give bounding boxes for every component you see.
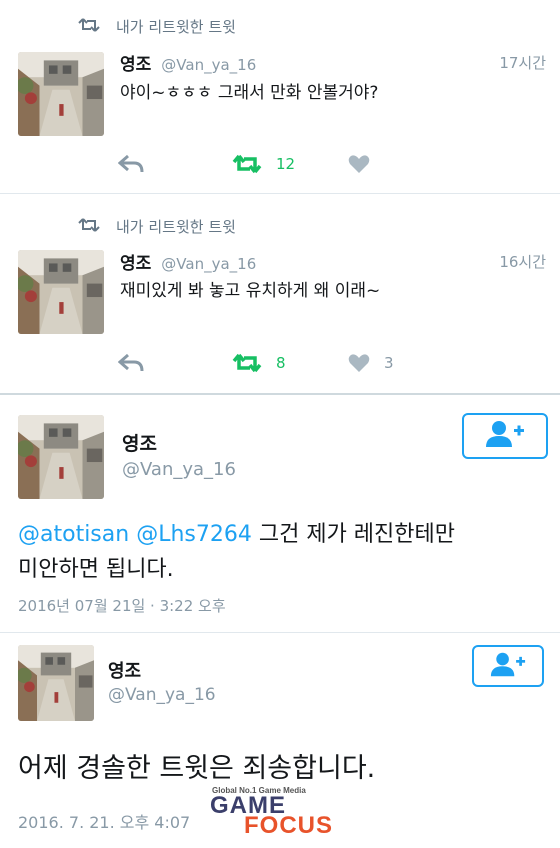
retweet-icon	[232, 154, 262, 174]
author-handle[interactable]: @Van_ya_16	[161, 56, 256, 74]
retweet-icon	[78, 17, 100, 37]
add-user-icon	[490, 651, 526, 682]
author-name[interactable]: 영조	[120, 249, 151, 274]
avatar[interactable]	[18, 250, 104, 334]
tweet-time: 16시간	[499, 253, 546, 271]
heart-icon	[348, 353, 370, 373]
like-button[interactable]: 3	[348, 353, 394, 373]
tweet-actions: 8 3	[118, 353, 538, 377]
watermark-logo: Global No.1 Game Media GAME FOCUS	[210, 786, 360, 842]
retweet-count: 8	[276, 354, 286, 372]
tweet-text: 야이~ㅎㅎㅎ 그래서 만화 안볼거야?	[120, 83, 379, 103]
mention-link[interactable]: @Lhs7264	[136, 522, 252, 547]
reply-button[interactable]	[118, 154, 144, 174]
reply-button[interactable]	[118, 353, 144, 373]
tweet-detail: 영조 @Van_ya_16 @atotisan @Lhs7264 그건 제가 레…	[0, 395, 560, 631]
tweet-text-part: 그건 제가 레진한테만	[251, 522, 455, 547]
retweet-button[interactable]: 12	[232, 154, 295, 174]
reply-icon	[118, 154, 144, 174]
retweet-icon	[78, 217, 100, 237]
tweet-text-part: 미안하면 됩니다.	[18, 557, 174, 582]
like-count: 3	[384, 354, 394, 372]
retweet-context: 내가 리트윗한 트윗	[78, 16, 236, 37]
tweet-text: @atotisan @Lhs7264 그건 제가 레진한테만 미안하면 됩니다.	[18, 517, 548, 587]
retweet-label: 내가 리트윗한 트윗	[116, 218, 236, 236]
author-line: 영조 @Van_ya_16	[120, 50, 256, 75]
author-handle[interactable]: @Van_ya_16	[122, 459, 236, 480]
mention-link[interactable]: @atotisan	[18, 522, 129, 547]
follow-button[interactable]	[472, 645, 544, 687]
retweet-button[interactable]: 8	[232, 353, 286, 373]
timeline-tweet[interactable]: 내가 리트윗한 트윗 영조 @Van_ya_16 17시간 야이~ㅎㅎㅎ 그래서…	[0, 0, 560, 193]
tweet-timestamp: 2016. 7. 21. 오후 4:07	[18, 813, 191, 832]
follow-button[interactable]	[462, 413, 548, 459]
author-line: 영조 @Van_ya_16	[120, 249, 256, 274]
like-button[interactable]	[348, 154, 384, 174]
add-user-icon	[485, 419, 525, 453]
avatar[interactable]	[18, 52, 104, 136]
author-name[interactable]: 영조	[108, 657, 141, 683]
tweet-timestamp: 2016년 07월 21일 · 3:22 오후	[18, 597, 226, 615]
tweet-time: 17시간	[499, 54, 546, 72]
tweet-text: 재미있게 봐 놓고 유치하게 왜 이래~	[120, 281, 381, 301]
retweet-count: 12	[276, 155, 296, 173]
retweet-icon	[232, 353, 262, 373]
author-handle[interactable]: @Van_ya_16	[161, 255, 256, 273]
retweet-context: 내가 리트윗한 트윗	[78, 216, 236, 237]
watermark-focus: FOCUS	[244, 812, 333, 839]
avatar[interactable]	[18, 415, 104, 499]
tweet-text: 어제 경솔한 트윗은 죄송합니다.	[18, 753, 376, 784]
author-handle[interactable]: @Van_ya_16	[108, 685, 216, 705]
timeline-tweet[interactable]: 내가 리트윗한 트윗 영조 @Van_ya_16 16시간 재미있게 봐 놓고 …	[0, 194, 560, 392]
reply-icon	[118, 353, 144, 373]
avatar[interactable]	[18, 645, 94, 721]
heart-icon	[348, 154, 370, 174]
author-name[interactable]: 영조	[120, 50, 151, 75]
retweet-label: 내가 리트윗한 트윗	[116, 18, 236, 36]
author-name[interactable]: 영조	[122, 429, 157, 456]
tweet-actions: 12	[118, 154, 538, 178]
